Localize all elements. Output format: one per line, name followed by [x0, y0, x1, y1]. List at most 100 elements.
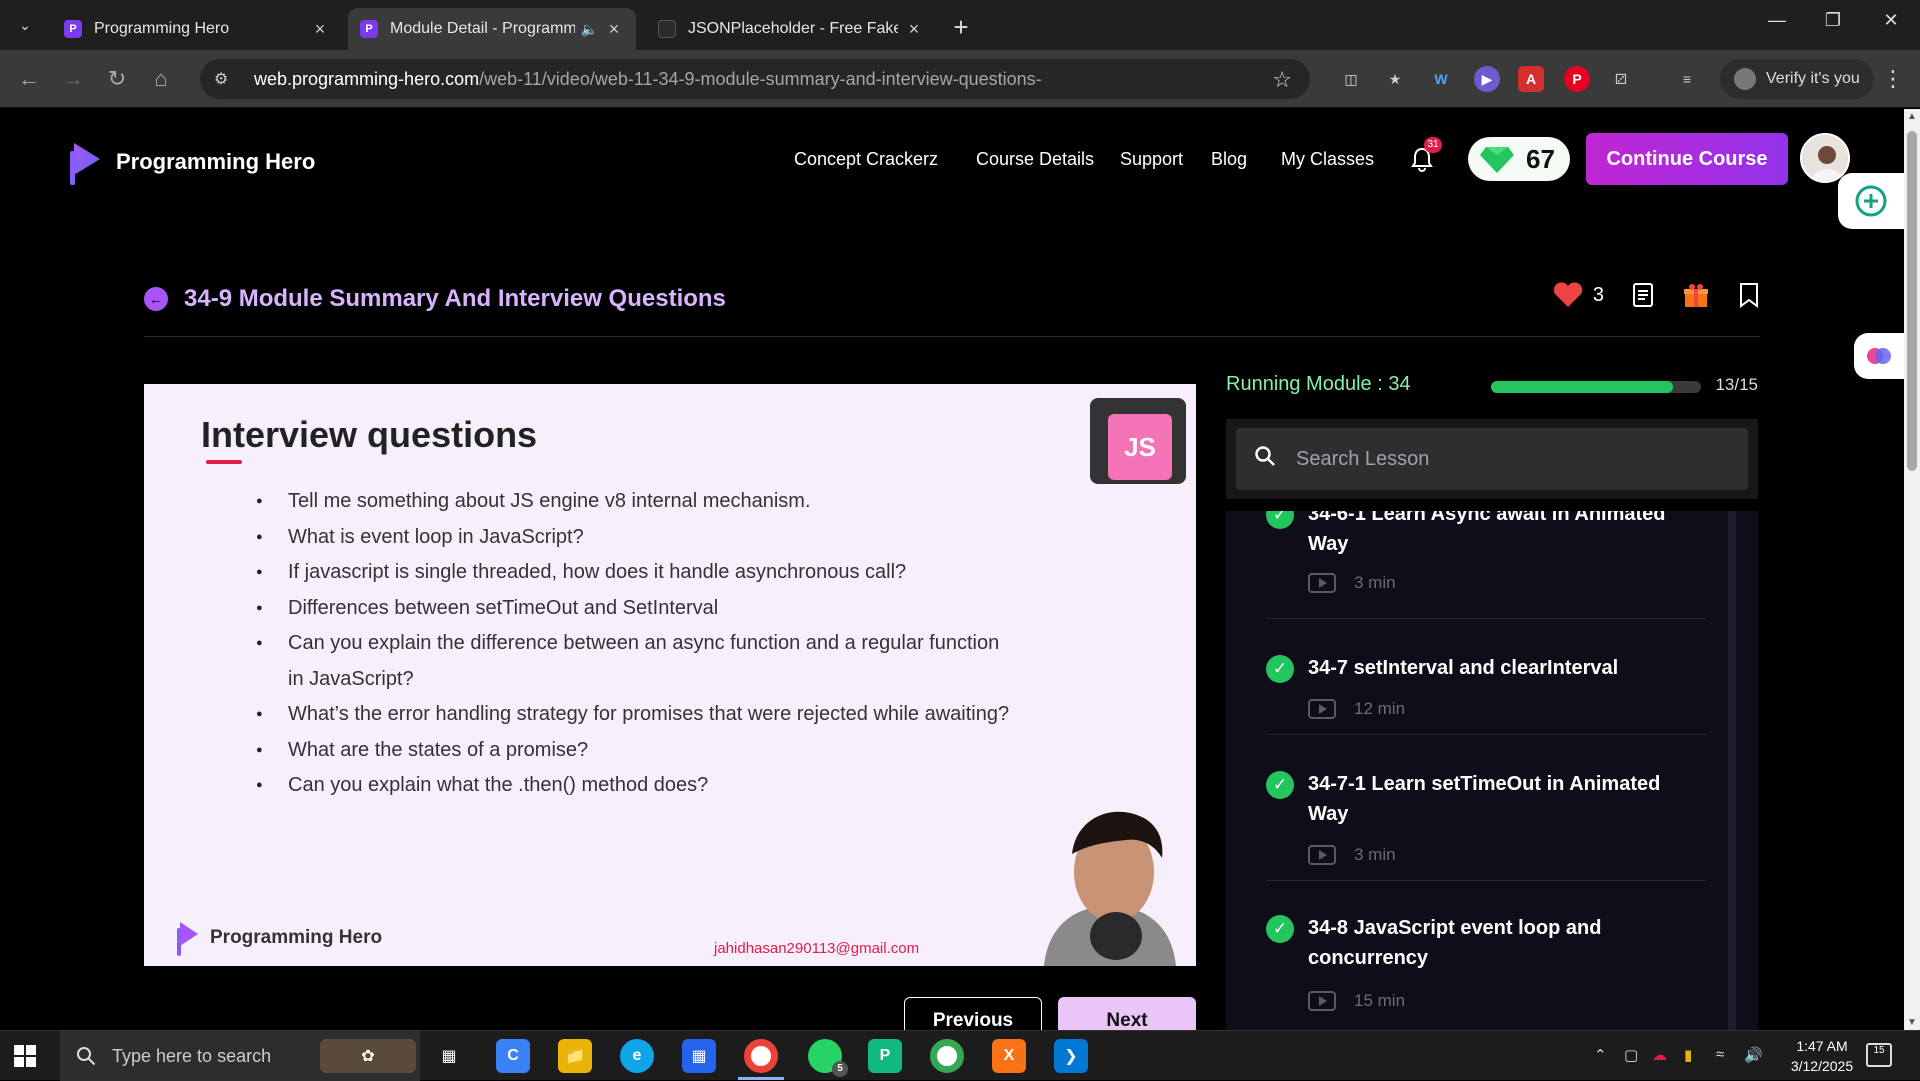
- battery-icon[interactable]: ▮: [1684, 1046, 1692, 1064]
- xampp-icon[interactable]: X: [992, 1039, 1026, 1073]
- lesson-search-input[interactable]: [1296, 447, 1748, 471]
- url-host: web.programming-hero.com: [254, 68, 480, 89]
- ai-brain-helper-icon[interactable]: [1854, 333, 1904, 379]
- lesson-duration-text: 15 min: [1354, 991, 1406, 1010]
- verify-profile-button[interactable]: Verify it's you: [1720, 59, 1874, 99]
- copilot-icon[interactable]: C: [496, 1039, 530, 1073]
- vscode-icon[interactable]: ❯: [1054, 1039, 1088, 1073]
- tab-module-detail[interactable]: P Module Detail - Programmi 🔈 ×: [348, 8, 636, 50]
- browser-menu-icon[interactable]: ⋮: [1882, 66, 1904, 92]
- nav-course-details[interactable]: Course Details: [976, 149, 1094, 170]
- lesson-duration-text: 3 min: [1354, 573, 1396, 592]
- chrome-profile-icon[interactable]: [930, 1039, 964, 1073]
- reload-icon[interactable]: ↻: [102, 64, 132, 94]
- previous-button[interactable]: Previous: [904, 997, 1042, 1030]
- extension-translate-icon[interactable]: ★: [1382, 66, 1408, 92]
- media-controls-icon[interactable]: ≡: [1674, 66, 1700, 92]
- volume-icon[interactable]: 🔊: [1744, 1046, 1763, 1064]
- page-scrollbar[interactable]: ▲ ▼: [1904, 109, 1920, 1030]
- notes-icon[interactable]: [1632, 282, 1654, 308]
- bookmark-star-icon[interactable]: ☆: [1272, 67, 1292, 93]
- windows-start-icon[interactable]: [14, 1045, 36, 1067]
- notification-center-icon[interactable]: 15: [1866, 1043, 1892, 1067]
- page-scrollbar-thumb[interactable]: [1907, 131, 1917, 471]
- interview-questions-list: Tell me something about JS engine v8 int…: [256, 484, 1016, 804]
- chatgpt-helper-icon[interactable]: [1838, 173, 1904, 229]
- microsoft-store-icon[interactable]: ▦: [682, 1039, 716, 1073]
- nav-blog[interactable]: Blog: [1211, 149, 1247, 170]
- lesson-item[interactable]: ✓ 34-6-1 Learn Async await in Animated W…: [1266, 511, 1706, 619]
- tab-search-chevron-icon[interactable]: ⌄: [12, 12, 38, 38]
- minimize-icon[interactable]: —: [1762, 10, 1792, 31]
- extensions-puzzle-icon[interactable]: ⚂: [1608, 66, 1634, 92]
- site-logo[interactable]: Programming Hero: [64, 137, 315, 187]
- lesson-item[interactable]: ✓ 34-7 setInterval and clearInterval 12 …: [1266, 619, 1706, 735]
- search-icon: [77, 1047, 96, 1066]
- nav-concept-crackerz[interactable]: Concept Crackerz: [794, 149, 938, 170]
- module-progress-fill: [1491, 381, 1673, 393]
- forward-arrow-icon[interactable]: →: [58, 64, 88, 94]
- video-play-icon: [1308, 845, 1336, 865]
- back-arrow-icon[interactable]: ←: [144, 287, 168, 311]
- close-tab-icon[interactable]: ×: [604, 19, 624, 40]
- search-highlight-icon[interactable]: ✿: [320, 1039, 416, 1073]
- tab-title: Module Detail - Programmi: [390, 20, 575, 37]
- next-button[interactable]: Next: [1058, 997, 1196, 1030]
- taskbar-search-placeholder: Type here to search: [112, 1045, 272, 1066]
- nav-my-classes[interactable]: My Classes: [1281, 149, 1374, 170]
- close-window-icon[interactable]: ✕: [1876, 10, 1906, 31]
- reading-list-icon[interactable]: ◫: [1338, 66, 1364, 92]
- continue-course-button[interactable]: Continue Course: [1586, 133, 1788, 185]
- scroll-down-icon[interactable]: ▼: [1907, 1017, 1917, 1028]
- lesson-item[interactable]: ✓ 34-8 JavaScript event loop and concurr…: [1266, 881, 1706, 1030]
- tab-programming-hero[interactable]: P Programming Hero ×: [52, 8, 342, 50]
- gift-icon[interactable]: [1682, 281, 1710, 309]
- back-arrow-icon[interactable]: ←: [14, 64, 44, 94]
- wifi-icon[interactable]: ≈: [1716, 1046, 1724, 1063]
- speaker-icon[interactable]: 🔈: [581, 21, 598, 38]
- restore-icon[interactable]: ❐: [1818, 10, 1848, 31]
- chrome-icon[interactable]: [744, 1039, 778, 1073]
- pycharm-icon[interactable]: P: [868, 1039, 902, 1073]
- extension-pdf-icon[interactable]: A: [1518, 66, 1544, 92]
- new-tab-plus-icon[interactable]: +: [948, 12, 974, 43]
- lesson-item[interactable]: ✓ 34-7-1 Learn setTimeOut in Animated Wa…: [1266, 735, 1706, 881]
- extension-pinterest-icon[interactable]: P: [1564, 66, 1590, 92]
- question-item: Can you explain what the .then() method …: [256, 768, 1016, 804]
- site-info-icon[interactable]: ⚙: [214, 69, 234, 89]
- js-badge: JS: [1108, 414, 1172, 480]
- windows-taskbar: Type here to search ✿ ▦ C 📁 e ▦ 5 P X ❯ …: [0, 1030, 1920, 1081]
- lesson-list-scrollbar[interactable]: [1728, 511, 1736, 1030]
- notification-count-badge: 31: [1424, 137, 1442, 153]
- home-icon[interactable]: ⌂: [146, 64, 176, 94]
- notification-bell-icon[interactable]: 31: [1408, 137, 1442, 173]
- clock-date: 3/12/2025: [1790, 1058, 1854, 1074]
- task-view-icon[interactable]: ▦: [432, 1039, 466, 1073]
- running-module-label: Running Module : 34: [1226, 373, 1411, 395]
- tab-jsonplaceholder[interactable]: JSONPlaceholder - Free Fake RE ×: [646, 8, 936, 50]
- file-explorer-icon[interactable]: 📁: [558, 1039, 592, 1073]
- lesson-search-box[interactable]: [1236, 428, 1748, 490]
- tray-overflow-chevron-icon[interactable]: ⌃: [1594, 1046, 1607, 1064]
- whatsapp-icon[interactable]: 5: [808, 1039, 848, 1077]
- taskbar-clock[interactable]: 1:47 AM 3/12/2025: [1772, 1036, 1872, 1076]
- lesson-duration-text: 3 min: [1354, 845, 1396, 864]
- lesson-header: ← 34-9 Module Summary And Interview Ques…: [144, 277, 1760, 337]
- bookmark-icon[interactable]: [1738, 282, 1760, 308]
- completed-check-icon: ✓: [1266, 771, 1294, 799]
- like-button[interactable]: 3: [1553, 282, 1604, 308]
- onedrive-icon[interactable]: ☁: [1652, 1046, 1667, 1064]
- extension-wave-icon[interactable]: W: [1428, 66, 1454, 92]
- nav-support[interactable]: Support: [1120, 149, 1183, 170]
- address-bar[interactable]: ⚙ web.programming-hero.com/web-11/video/…: [200, 59, 1310, 99]
- gems-counter[interactable]: 67: [1468, 137, 1570, 181]
- lesson-duration: 15 min: [1308, 991, 1405, 1011]
- scroll-up-icon[interactable]: ▲: [1907, 111, 1917, 122]
- extension-play-icon[interactable]: ▶: [1474, 66, 1500, 92]
- lesson-actions: 3: [1553, 281, 1760, 309]
- close-tab-icon[interactable]: ×: [310, 19, 330, 40]
- video-player[interactable]: Interview questions JS Tell me something…: [144, 384, 1196, 966]
- close-tab-icon[interactable]: ×: [904, 19, 924, 40]
- meet-now-icon[interactable]: ▢: [1624, 1046, 1638, 1064]
- edge-icon[interactable]: e: [620, 1039, 654, 1073]
